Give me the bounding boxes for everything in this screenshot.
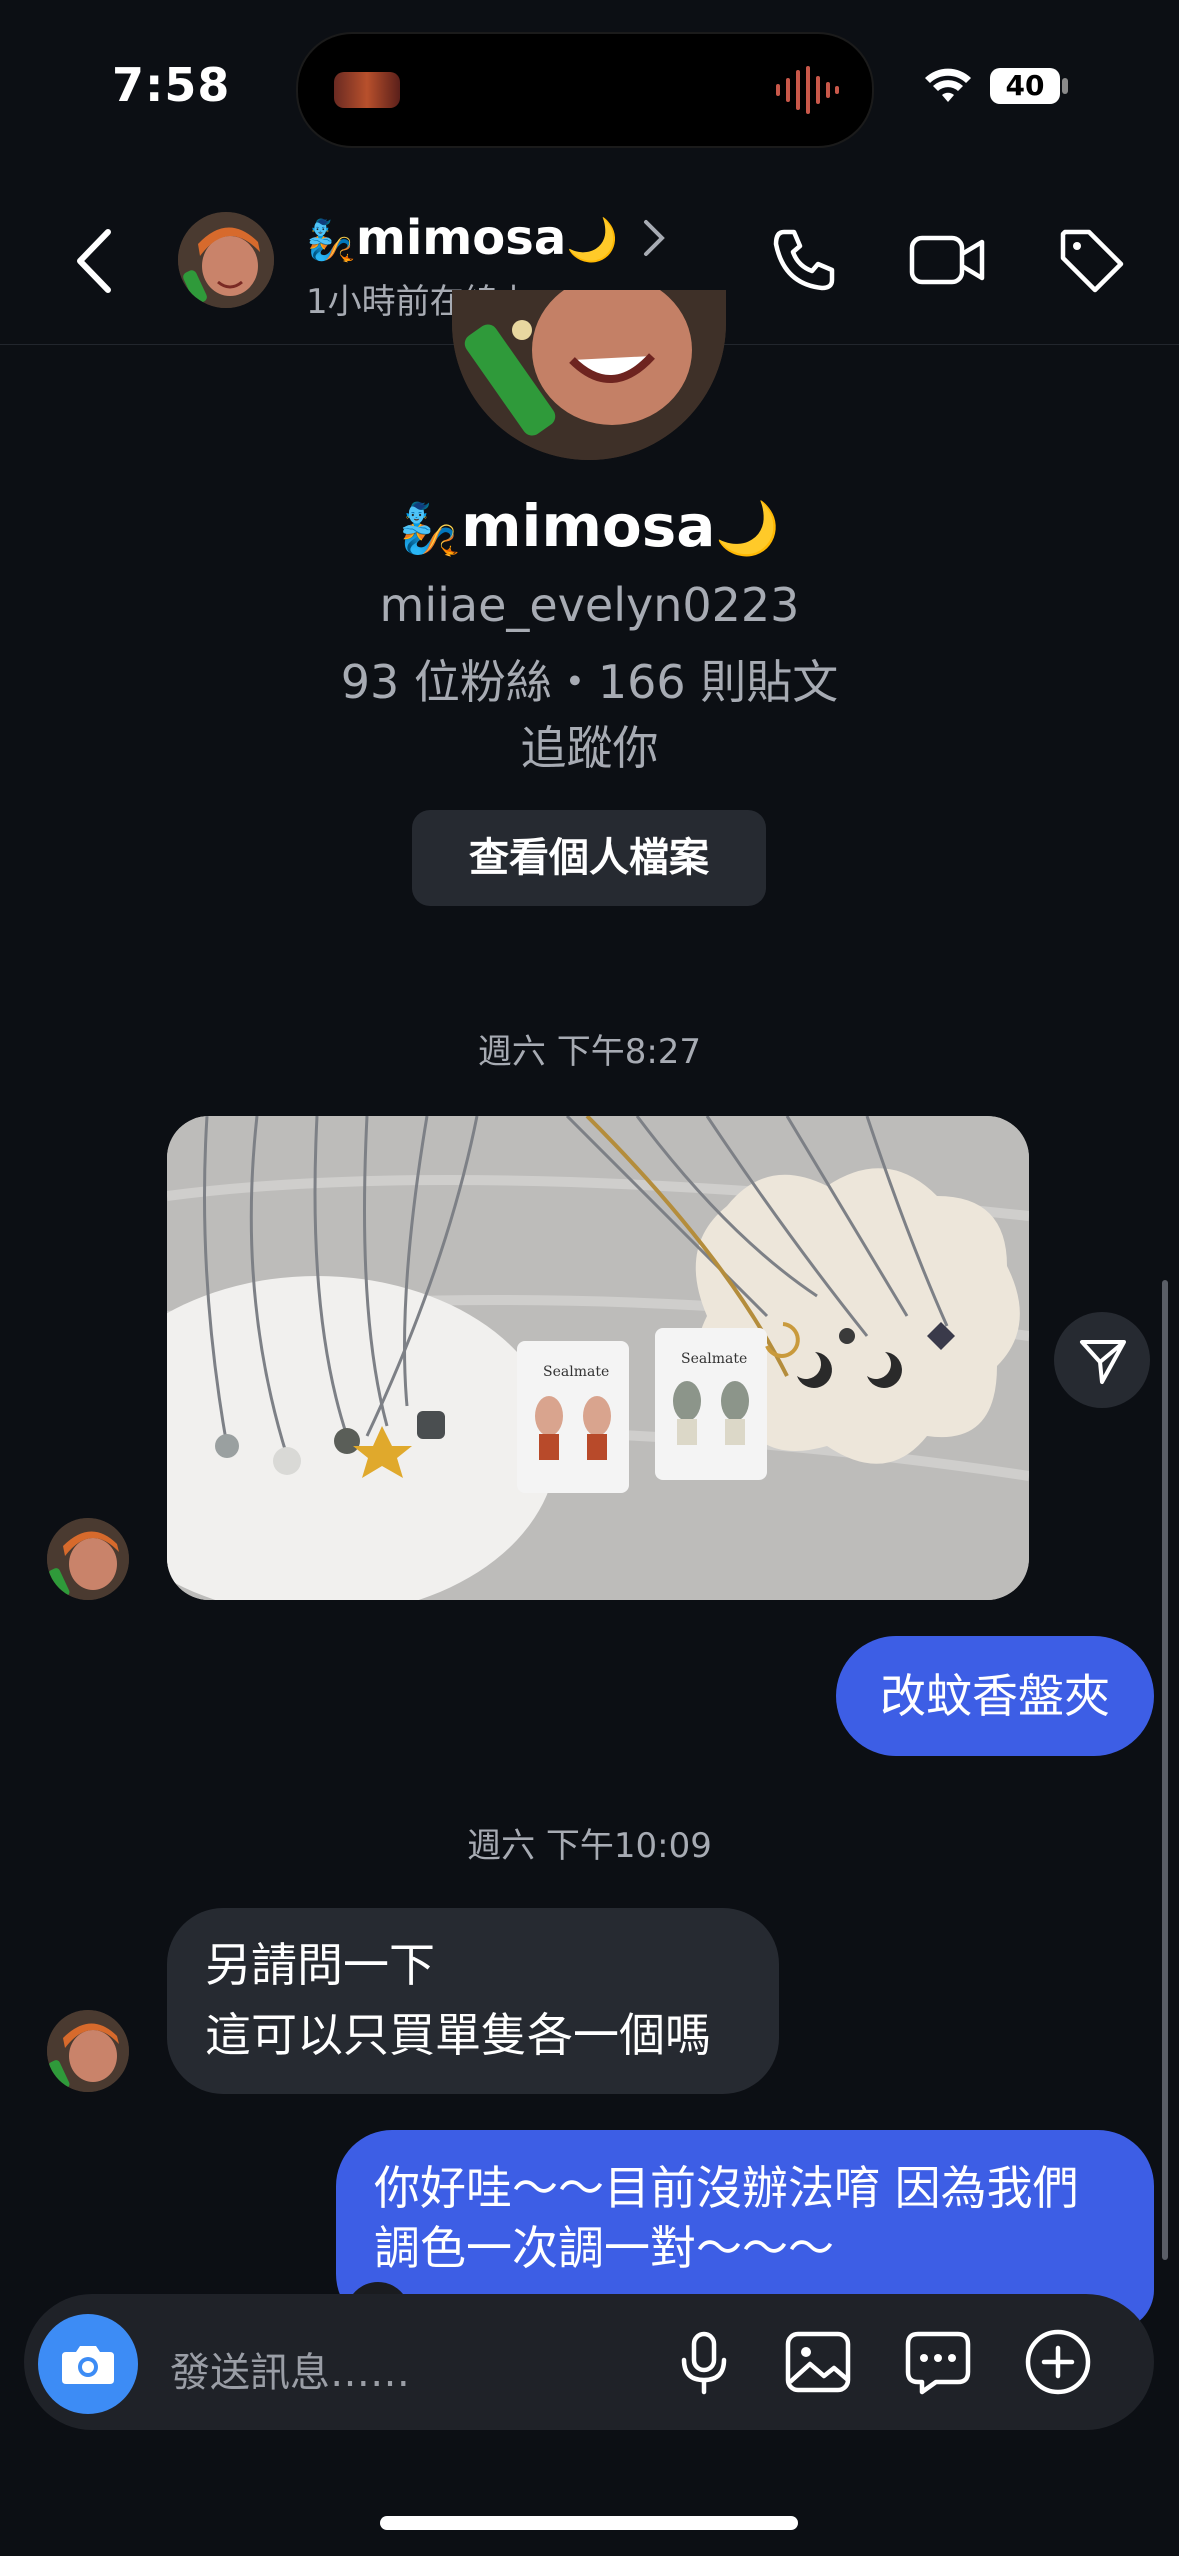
back-chevron-icon[interactable] [70, 226, 120, 296]
now-playing-thumbnail [334, 72, 400, 108]
audio-wave-icon [776, 66, 839, 114]
message-input[interactable]: 發送訊息…… [170, 2340, 410, 2398]
genie-emoji-icon: 🧞 [398, 500, 462, 558]
home-indicator[interactable] [380, 2516, 798, 2530]
profile-name: 🧞mimosa🌙 [0, 492, 1179, 560]
follow-status: 追蹤你 [520, 721, 659, 775]
message-line: 調色一次調一對～～～ [374, 2221, 834, 2275]
message-line: 這可以只買單隻各一個嗎 [205, 2008, 711, 2062]
status-time: 7:58 [112, 58, 231, 112]
incoming-message[interactable]: 另請問一下 這可以只買單隻各一個嗎 [167, 1908, 779, 2094]
microphone-icon[interactable] [668, 2326, 740, 2398]
phone-call-icon[interactable] [768, 224, 840, 296]
header-avatar[interactable] [178, 212, 274, 308]
video-call-icon[interactable] [908, 224, 986, 296]
chevron-right-icon[interactable] [640, 216, 668, 260]
header-name[interactable]: 🧞mimosa🌙 [306, 210, 619, 266]
view-profile-button[interactable]: 查看個人檔案 [412, 810, 766, 906]
moon-emoji-icon: 🌙 [715, 499, 781, 559]
timestamp: 週六 下午8:27 [477, 1032, 702, 1072]
sender-avatar[interactable] [47, 1518, 129, 1600]
camera-icon [62, 2346, 114, 2384]
card-label: Sealmate [681, 1351, 747, 1367]
add-plus-icon[interactable] [1022, 2326, 1094, 2398]
outgoing-message[interactable]: 改蚊香盤夾 [836, 1636, 1154, 1756]
profile-username: miiae_evelyn0223 [379, 578, 800, 632]
wifi-icon [925, 68, 971, 102]
card-label: Sealmate [543, 1364, 609, 1380]
sender-avatar[interactable] [47, 2010, 129, 2092]
battery-level: 40 [1005, 69, 1045, 102]
moon-emoji-icon: 🌙 [566, 215, 619, 264]
share-button[interactable] [1054, 1312, 1150, 1408]
message-line: 你好哇～～目前沒辦法唷 因為我們 [374, 2161, 1079, 2215]
tag-icon[interactable] [1055, 224, 1127, 296]
header-name-text: mimosa [355, 210, 567, 266]
dynamic-island[interactable] [296, 32, 874, 148]
timestamp: 週六 下午10:09 [467, 1826, 712, 1866]
message-line: 另請問一下 [205, 1938, 435, 1992]
chat-bubble-icon[interactable] [902, 2326, 974, 2398]
profile-avatar[interactable] [452, 290, 726, 460]
battery-icon: 40 [990, 66, 1070, 106]
paper-plane-icon [1080, 1340, 1126, 1384]
scrollbar[interactable] [1162, 1280, 1168, 2260]
photo-message[interactable]: Sealmate Sealmate [167, 1116, 1029, 1600]
profile-name-text: mimosa [461, 492, 716, 560]
gallery-icon[interactable] [782, 2326, 854, 2398]
camera-button[interactable] [38, 2314, 138, 2414]
profile-stats: 93 位粉絲・166 則貼文 [340, 655, 839, 709]
genie-emoji-icon: 🧞 [306, 218, 356, 264]
